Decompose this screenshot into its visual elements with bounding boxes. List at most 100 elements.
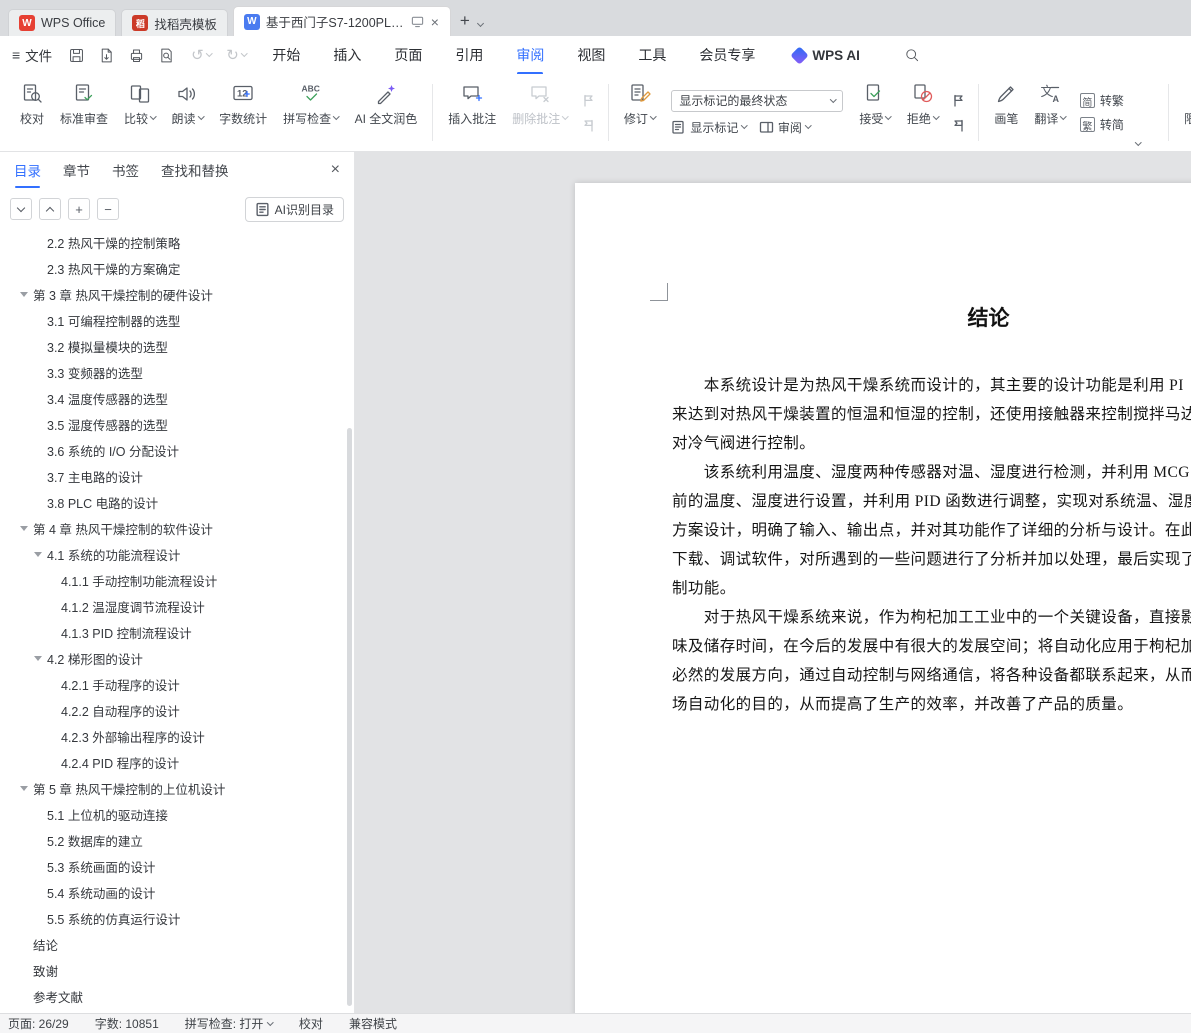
close-tab-icon[interactable]: × [430,15,440,29]
toc-item[interactable]: 3.6 系统的 I/O 分配设计 [0,437,346,463]
next-revision-button[interactable] [951,118,966,133]
toc-item[interactable]: 4.2.2 自动程序的设计 [0,697,346,723]
restrict-editing-button[interactable]: 限制编辑 [1176,74,1191,151]
toc-item[interactable]: 4.2.3 外部输出程序的设计 [0,723,346,749]
tab-list-chevron-icon[interactable] [476,19,484,28]
document-line[interactable]: 对冷气阀进行控制。 [672,429,1191,458]
insert-comment-button[interactable]: 插入批注 [440,74,504,151]
word-count-indicator[interactable]: 字数: 10851 [95,1015,159,1032]
toc-item[interactable]: 参考文献 [0,983,346,1009]
toc-expand-all-button[interactable]: + [68,198,90,220]
compatibility-mode-indicator[interactable]: 兼容模式 [349,1015,397,1032]
toc-item[interactable]: 5.3 系统画面的设计 [0,853,346,879]
document-line[interactable]: 下载、调试软件，对所遇到的一些问题进行了分析并加以处理，最后实现了 [672,545,1191,574]
collapse-ribbon-chevron-icon[interactable] [1135,138,1142,145]
save-icon[interactable] [68,47,85,64]
document-line[interactable]: 对于热风干燥系统来说，作为枸杞加工工业中的一个关键设备，直接影 [672,603,1191,632]
toc-expand-down-button[interactable] [10,198,32,220]
track-changes-button[interactable]: 修订 [616,74,664,151]
toc-item[interactable]: 致谢 [0,957,346,983]
toc-item[interactable]: 4.2.1 手动程序的设计 [0,671,346,697]
ink-pen-button[interactable]: 画笔 [986,74,1026,151]
proofread-button[interactable]: 校对 [12,74,52,151]
spell-check-status[interactable]: 拼写检查: 打开 [185,1015,274,1032]
word-count-button[interactable]: 12 字数统计 [211,74,275,151]
toc-item[interactable]: 第 3 章 热风干燥控制的硬件设计 [0,281,346,307]
document-area[interactable]: 结论 本系统设计是为热风干燥系统而设计的，其主要的设计功能是利用 PI 来达到对… [355,152,1191,1013]
toc-item[interactable]: 5.5 系统的仿真运行设计 [0,905,346,931]
close-sidebar-icon[interactable]: × [331,161,340,179]
search-icon[interactable] [904,47,920,63]
delete-comment-button[interactable]: 删除批注 [504,74,576,151]
collapse-arrow-icon[interactable] [20,785,28,791]
document-page[interactable]: 结论 本系统设计是为热风干燥系统而设计的，其主要的设计功能是利用 PI 来达到对… [575,183,1191,1013]
menu-tab-page[interactable]: 页面 [394,45,422,65]
redo-button[interactable]: ↻ [226,48,248,63]
previous-comment-button[interactable] [581,93,596,108]
document-line[interactable]: 前的温度、湿度进行设置，并利用 PID 函数进行调整，实现对系统温、湿度 [672,487,1191,516]
toc-item[interactable]: 5.4 系统动画的设计 [0,879,346,905]
menu-tab-home[interactable]: 开始 [272,45,300,65]
ai-recognize-toc-button[interactable]: AI识别目录 [244,196,344,222]
tab-current-document[interactable]: W 基于西门子S7-1200PLC的热 × [232,6,451,36]
document-line[interactable]: 味及储存时间，在今后的发展中有很大的发展空间；将自动化应用于枸杞加 [672,632,1191,661]
toc-item[interactable]: 第 5 章 热风干燥控制的上位机设计 [0,775,346,801]
toc-item[interactable]: 4.2 梯形图的设计 [0,645,346,671]
collapse-arrow-icon[interactable] [20,525,28,531]
proofread-status[interactable]: 校对 [299,1015,323,1032]
show-markup-button[interactable]: 显示标记 [671,119,748,136]
sidebar-tab-find-replace[interactable]: 查找和替换 [161,160,229,180]
next-comment-button[interactable] [581,118,596,133]
sidebar-scrollbar[interactable] [347,428,352,1006]
standard-review-button[interactable]: 标准审查 [52,74,116,151]
tab-docer-template[interactable]: 稻 找稻壳模板 [121,9,228,36]
print-icon[interactable] [128,47,145,64]
to-simplified-button[interactable]: 繁 转简 [1079,116,1124,133]
document-line[interactable]: 必然的发展方向，通过自动控制与网络通信，将各种设备都联系起来，从而 [672,661,1191,690]
read-aloud-button[interactable]: 朗读 [164,74,212,151]
compare-button[interactable]: 比较 [116,74,164,151]
menu-tab-review[interactable]: 审阅 [516,45,544,65]
toc-item[interactable]: 3.7 主电路的设计 [0,463,346,489]
toc-item[interactable]: 5.1 上位机的驱动连接 [0,801,346,827]
collapse-arrow-icon[interactable] [20,291,28,297]
toc-item[interactable]: 4.1 系统的功能流程设计 [0,541,346,567]
document-line[interactable]: 本系统设计是为热风干燥系统而设计的，其主要的设计功能是利用 PI [672,371,1191,400]
document-line[interactable]: 方案设计，明确了输入、输出点，并对其功能作了详细的分析与设计。在此 [672,516,1191,545]
undo-button[interactable]: ↺ [191,48,213,63]
file-menu-button[interactable]: ≡ 文件 [12,45,52,65]
sidebar-tab-chapters[interactable]: 章节 [63,160,90,180]
toc-item[interactable]: 3.3 变频器的选型 [0,359,346,385]
undo-chevron-icon[interactable] [205,50,213,57]
review-pane-button[interactable]: 审阅 [759,119,812,136]
toc-collapse-up-button[interactable] [39,198,61,220]
document-line[interactable]: 制功能。 [672,574,1191,603]
collapse-arrow-icon[interactable] [34,551,42,557]
share-screen-icon[interactable] [411,15,424,28]
document-line[interactable]: 场自动化的目的，从而提高了生产的效率，并改善了产品的质量。 [672,690,1191,719]
document-line[interactable]: 该系统利用温度、湿度两种传感器对温、湿度进行检测，并利用 MCG [672,458,1191,487]
toc-item[interactable]: 4.1.3 PID 控制流程设计 [0,619,346,645]
toc-item[interactable]: 4.1.2 温湿度调节流程设计 [0,593,346,619]
translate-button[interactable]: 文A 翻译 [1026,74,1074,151]
document-body[interactable]: 本系统设计是为热风干燥系统而设计的，其主要的设计功能是利用 PI 来达到对热风干… [672,371,1191,719]
tab-wps-office[interactable]: W WPS Office [8,9,117,36]
sidebar-tab-bookmarks[interactable]: 书签 [112,160,139,180]
toc-item[interactable]: 2.2 热风干燥的控制策略 [0,234,346,255]
new-tab-button[interactable]: + [460,11,470,31]
document-line[interactable]: 来达到对热风干燥装置的恒温和恒湿的控制，还使用接触器来控制搅拌马达 [672,400,1191,429]
toc-item[interactable]: 3.5 湿度传感器的选型 [0,411,346,437]
menu-tab-member[interactable]: 会员专享 [699,45,755,65]
toc-item[interactable]: 3.1 可编程控制器的选型 [0,307,346,333]
output-pdf-icon[interactable] [98,47,115,64]
ai-polish-button[interactable]: AI 全文润色 [347,74,426,151]
spell-check-button[interactable]: ABC 拼写检查 [275,74,347,151]
wps-ai-button[interactable]: WPS AI [790,45,860,65]
toc-item[interactable]: 结论 [0,931,346,957]
to-traditional-button[interactable]: 简 转繁 [1079,92,1124,109]
toc-item[interactable]: 3.4 温度传感器的选型 [0,385,346,411]
reject-revision-button[interactable]: 拒绝 [899,74,947,151]
toc-item[interactable]: 4.2.4 PID 程序的设计 [0,749,346,775]
menu-tab-reference[interactable]: 引用 [455,45,483,65]
previous-revision-button[interactable] [951,93,966,108]
